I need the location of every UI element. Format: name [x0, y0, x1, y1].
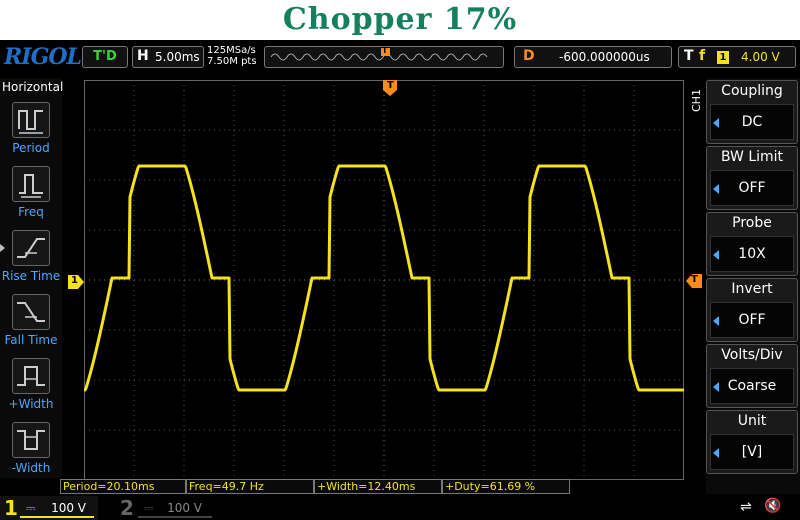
menu-coupling-value[interactable]: DC	[710, 104, 794, 140]
menu-probe[interactable]: Probe 10X	[706, 212, 798, 276]
ch1-scale: ⎓ 100 V	[20, 498, 94, 518]
menu-invert-value[interactable]: OFF	[710, 302, 794, 338]
period-icon	[18, 110, 43, 134]
left-menu: Horizontal Period Freq Rise Time Fall Time +…	[0, 78, 64, 478]
frequency-icon	[19, 174, 43, 198]
menu-volts-div-title: Volts/Div	[721, 347, 783, 363]
falling-slope-icon: f	[699, 48, 706, 64]
memory-overview[interactable]: T	[264, 46, 504, 68]
usb-icon[interactable]: ⇌	[740, 499, 752, 515]
left-menu-label-4: +Width	[8, 397, 54, 411]
measurement-bar: Period=20.10ms Freq=49.7 Hz +Width=12.40ms…	[60, 479, 570, 495]
menu-bw-limit-value[interactable]: OFF	[710, 170, 794, 206]
memory-trigger-marker: T	[382, 46, 388, 55]
negative-width-icon	[17, 430, 45, 450]
menu-invert-title: Invert	[731, 281, 773, 297]
menu-unit[interactable]: Unit [V]	[706, 410, 798, 474]
measurement-0: Period=20.10ms	[60, 479, 186, 494]
ch2-status[interactable]: 2 ⎓ 100 V	[116, 496, 214, 520]
menu-volts-div[interactable]: Volts/Div Coarse	[706, 344, 798, 408]
ch1-number: 1	[4, 496, 18, 520]
fall-time-icon	[17, 302, 45, 322]
memory-depth: 7.50M pts	[207, 56, 257, 67]
ch1-scale-value: 100 V	[51, 501, 86, 515]
timebase-display[interactable]: H 5.00ms	[132, 46, 204, 68]
left-menu-button-4[interactable]	[12, 358, 50, 394]
menu-volts-div-value[interactable]: Coarse	[710, 368, 794, 404]
menu-invert[interactable]: Invert OFF	[706, 278, 798, 342]
trigger-position-label: T	[387, 80, 394, 91]
oscilloscope-screen: RIGOL T'D H 5.00ms 125MSa/s 7.50M pts T …	[0, 40, 800, 520]
left-menu-label-5: -Width	[11, 461, 51, 475]
left-menu-button-1[interactable]	[12, 166, 50, 202]
left-menu-arrow-icon	[0, 244, 5, 252]
delay-display[interactable]: D -600.000000us	[514, 46, 672, 68]
select-arrow-icon	[713, 316, 719, 326]
measurement-2: +Width=12.40ms	[314, 479, 442, 494]
ch1-waveform	[84, 164, 684, 392]
ch1-ground-label: 1	[71, 275, 78, 286]
trigger-channel-badge: 1	[717, 51, 729, 64]
left-menu-button-0[interactable]	[12, 102, 50, 138]
menu-unit-title: Unit	[737, 413, 767, 429]
left-menu-label-1: Freq	[18, 205, 44, 219]
right-menu: Coupling DC BW Limit OFF Probe 10X Invert OFF Vo…	[706, 78, 800, 494]
left-menu-label-3: Fall Time	[4, 333, 58, 347]
run-state-indicator[interactable]: T'D	[82, 46, 128, 68]
select-arrow-icon	[713, 118, 719, 128]
menu-bw-limit[interactable]: BW Limit OFF	[706, 146, 798, 210]
select-arrow-icon	[713, 250, 719, 260]
status-icons: ⇌ 🔇	[706, 496, 800, 520]
left-menu-button-3[interactable]	[12, 294, 50, 330]
ch1-status[interactable]: 1 ⎓ 100 V	[0, 496, 98, 520]
menu-channel-label: CH1	[690, 89, 703, 112]
ch2-scale: ⎓ 100 V	[138, 498, 212, 518]
trigger-display[interactable]: T f 1 4.00 V	[678, 46, 796, 68]
channel-status-bar: 1 ⎓ 100 V 2 ⎓ 100 V ⇌ 🔇	[0, 496, 800, 520]
left-menu-button-5[interactable]	[12, 422, 50, 458]
menu-coupling-title: Coupling	[721, 83, 783, 99]
sample-rate: 125MSa/s	[207, 45, 256, 56]
menu-probe-title: Probe	[732, 215, 772, 231]
trigger-level-label: T	[691, 274, 698, 285]
speaker-muted-icon[interactable]: 🔇	[764, 498, 781, 514]
ch2-number: 2	[120, 496, 134, 520]
select-arrow-icon	[713, 382, 719, 392]
menu-bw-limit-title: BW Limit	[720, 149, 784, 165]
delay-key: D	[523, 48, 535, 64]
acquisition-info: 125MSa/s 7.50M pts	[207, 45, 257, 67]
page-title: Chopper 17%	[282, 2, 518, 37]
left-menu-label-2: Rise Time	[1, 269, 61, 283]
waveform-grid[interactable]	[84, 80, 684, 480]
ch1-coupling-icon: ⎓	[26, 501, 36, 515]
trigger-key: T	[684, 48, 694, 64]
select-arrow-icon	[713, 184, 719, 194]
select-arrow-icon	[713, 448, 719, 458]
timebase-key: H	[137, 48, 149, 64]
menu-coupling[interactable]: Coupling DC	[706, 80, 798, 144]
ch2-coupling-icon: ⎓	[144, 501, 154, 515]
timebase-value: 5.00ms	[155, 50, 200, 64]
rise-time-icon	[17, 238, 45, 258]
rigol-logo: RIGOL	[4, 44, 82, 70]
delay-value: -600.000000us	[559, 50, 650, 64]
menu-unit-value[interactable]: [V]	[710, 434, 794, 470]
menu-probe-value[interactable]: 10X	[710, 236, 794, 272]
ch2-scale-value: 100 V	[167, 501, 202, 515]
measurement-1: Freq=49.7 Hz	[186, 479, 314, 494]
graticule	[84, 80, 684, 480]
positive-width-icon	[17, 366, 45, 386]
trigger-level: 4.00 V	[741, 50, 780, 64]
measurement-3: +Duty=61.69 %	[442, 479, 570, 494]
left-menu-button-2[interactable]	[12, 230, 50, 266]
left-menu-header: Horizontal	[2, 80, 64, 94]
left-menu-label-0: Period	[12, 141, 50, 155]
